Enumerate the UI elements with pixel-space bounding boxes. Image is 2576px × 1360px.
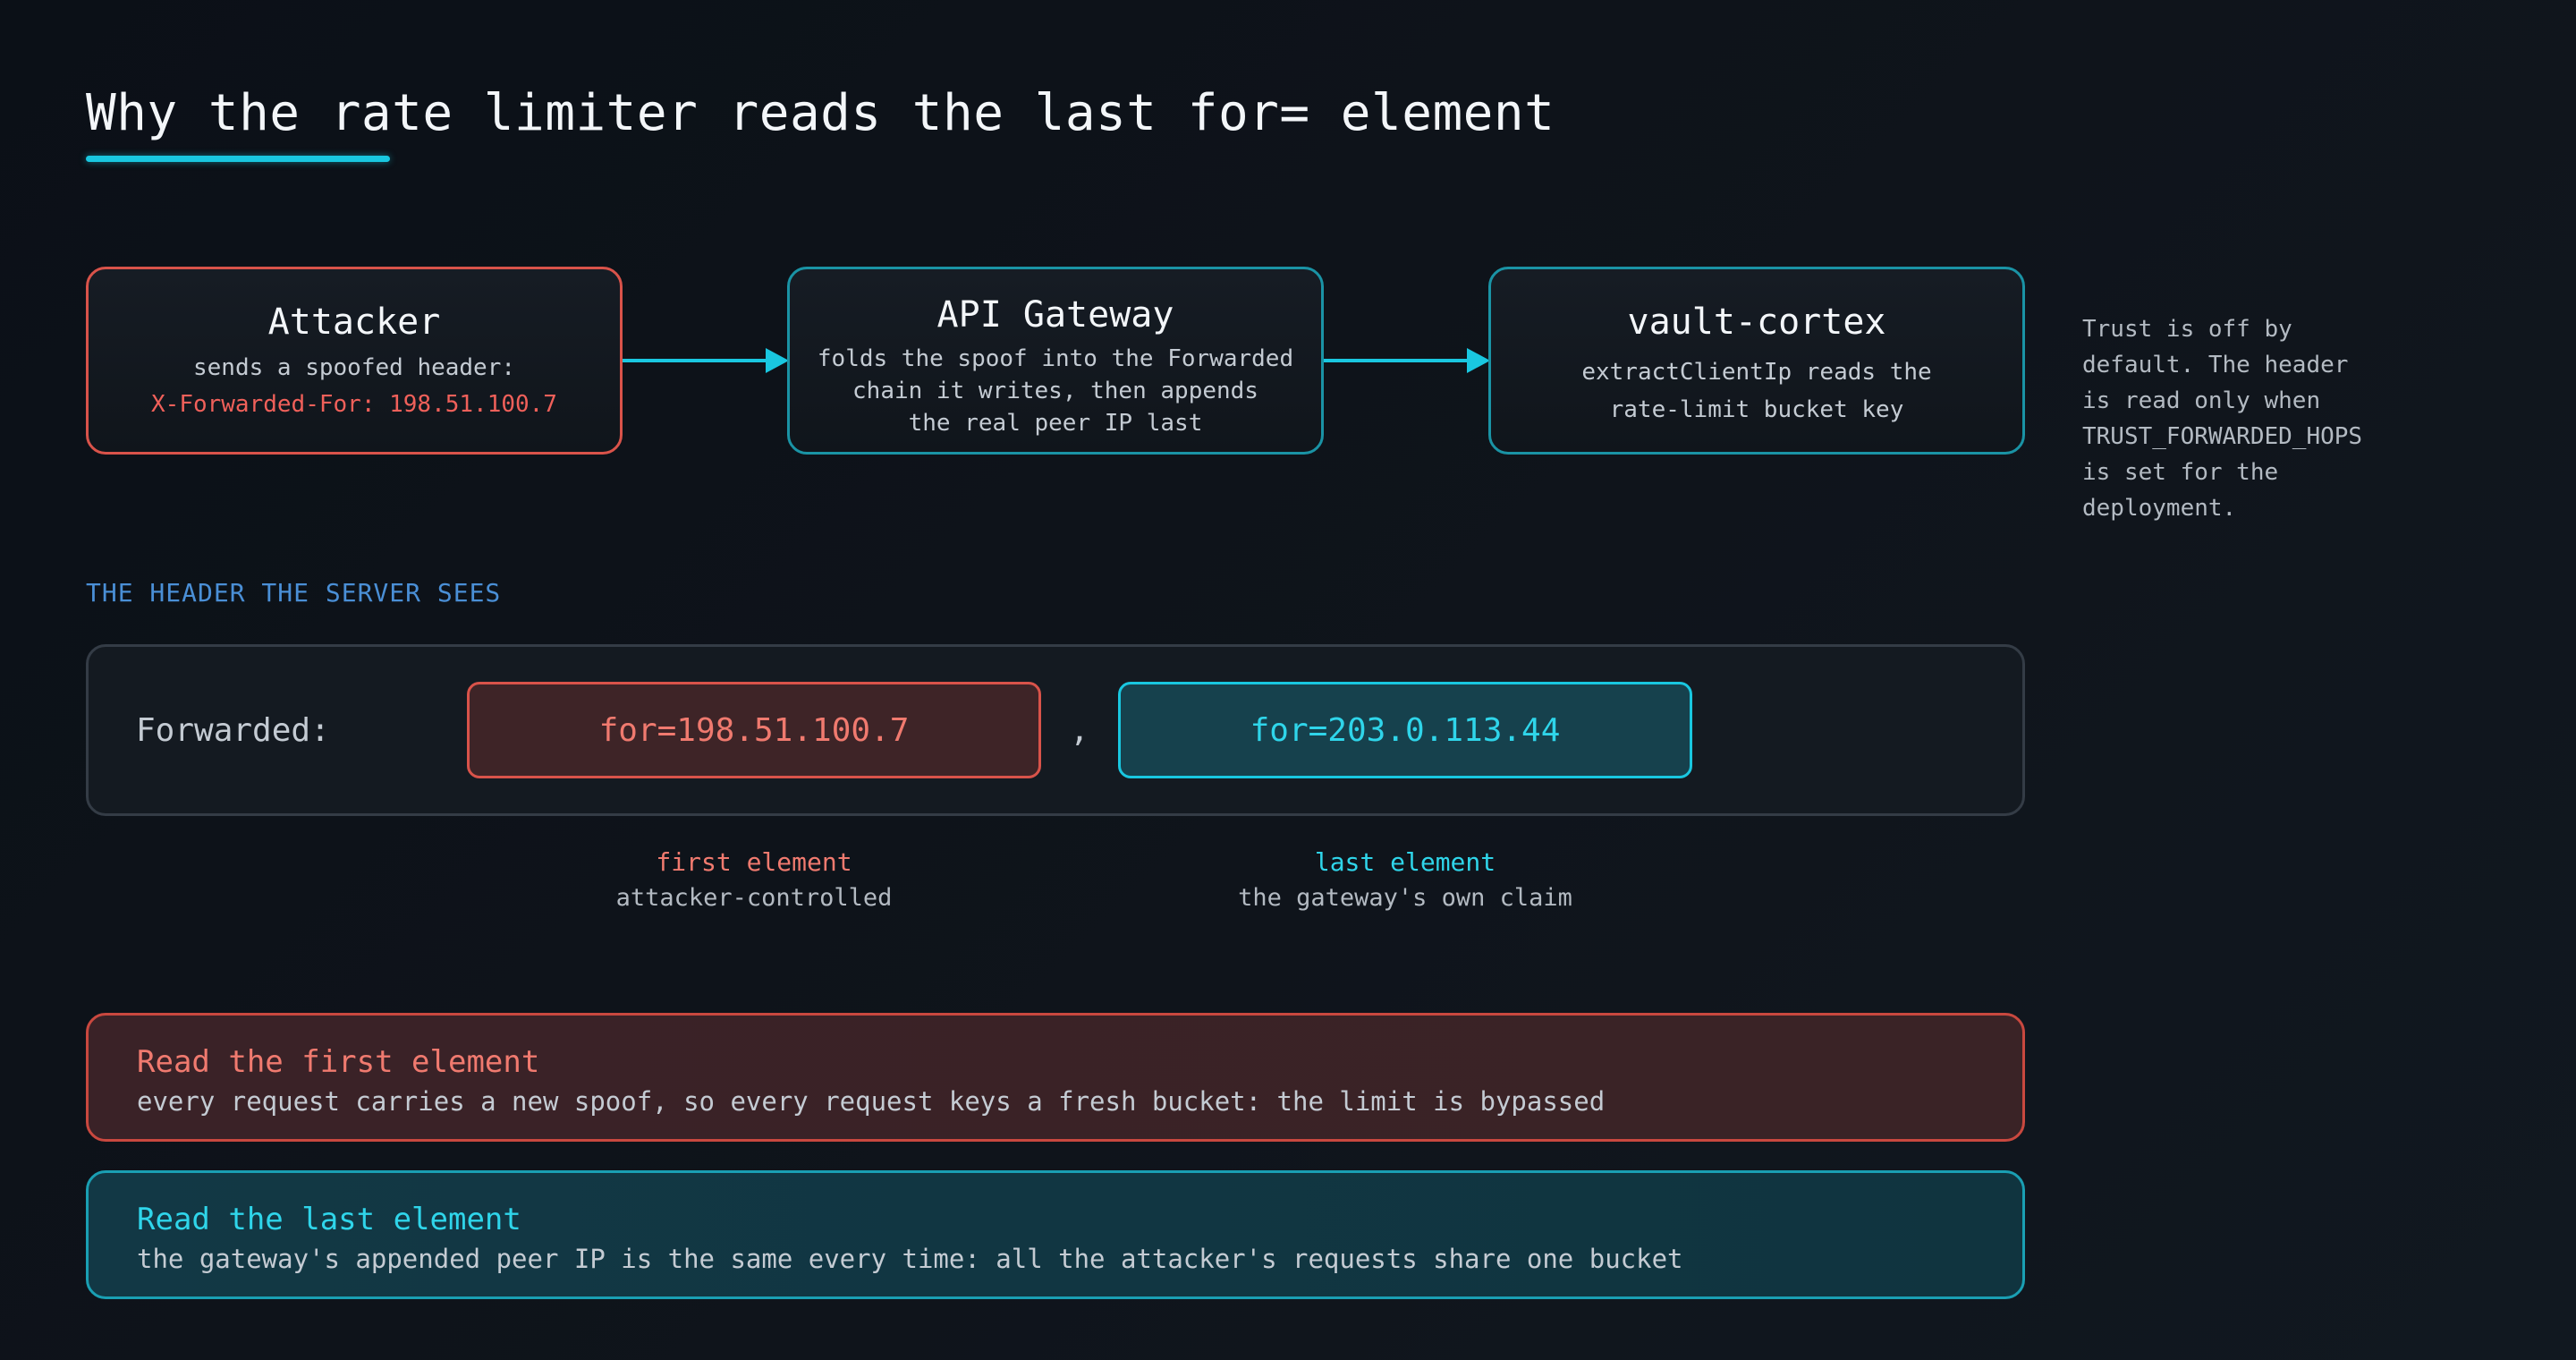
side-note-line: Trust is off by — [2082, 316, 2292, 343]
first-element-caption: first element attacker-controlled — [467, 845, 1041, 916]
last-element-value: for=203.0.113.44 — [1250, 711, 1561, 749]
outcome-last-body: the gateway's appended peer IP is the sa… — [137, 1244, 1683, 1274]
first-element-label: first element — [656, 847, 852, 877]
side-note-line: is read only when — [2082, 387, 2321, 414]
vault-title: vault-cortex — [1627, 302, 1886, 343]
gateway-desc-line-1: folds the spoof into the Forwarded — [817, 345, 1294, 372]
arrow-head-icon — [1467, 348, 1490, 373]
vault-cortex-node: vault-cortex extractClientIp reads the r… — [1488, 267, 2025, 455]
gateway-title: API Gateway — [936, 294, 1174, 336]
outcome-first-title: Read the first element — [137, 1044, 540, 1080]
first-element-value: for=198.51.100.7 — [598, 711, 910, 749]
page-title: Why the rate limiter reads the last for=… — [86, 84, 1555, 142]
attacker-node: Attacker sends a spoofed header: X-Forwa… — [86, 267, 623, 455]
last-element-caption: last element the gateway's own claim — [1118, 845, 1692, 916]
first-element-box: for=198.51.100.7 — [467, 682, 1041, 778]
attacker-desc: sends a spoofed header: — [192, 354, 516, 381]
outcome-card-last: Read the last element the gateway's appe… — [86, 1170, 2025, 1299]
last-element-label: last element — [1314, 847, 1496, 877]
gateway-desc-line-3: the real peer IP last — [908, 410, 1203, 437]
arrow-head-icon — [766, 348, 789, 373]
last-element-box: for=203.0.113.44 — [1118, 682, 1692, 778]
side-note-line: is set for the — [2082, 459, 2279, 486]
trust-side-note: Trust is off by default. The header is r… — [2082, 311, 2458, 526]
outcome-card-first: Read the first element every request car… — [86, 1013, 2025, 1142]
section-label: THE HEADER THE SERVER SEES — [86, 578, 502, 608]
element-separator: , — [1070, 712, 1089, 749]
side-note-line: TRUST_FORWARDED_HOPS — [2082, 423, 2363, 450]
side-note-line: deployment. — [2082, 495, 2237, 522]
outcome-first-body: every request carries a new spoof, so ev… — [137, 1086, 1606, 1117]
forwarded-header-panel — [86, 644, 2025, 816]
header-name: Forwarded: — [136, 712, 330, 749]
last-element-note: the gateway's own claim — [1238, 884, 1572, 912]
attacker-title: Attacker — [267, 302, 441, 343]
side-note-line: default. The header — [2082, 352, 2349, 378]
vault-desc-line-2: rate-limit bucket key — [1609, 396, 1904, 423]
first-element-note: attacker-controlled — [615, 884, 893, 912]
title-underline — [86, 156, 390, 162]
vault-desc-line-1: extractClientIp reads the — [1581, 359, 1932, 386]
gateway-desc-line-2: chain it writes, then appends — [852, 378, 1258, 404]
api-gateway-node: API Gateway folds the spoof into the For… — [787, 267, 1324, 455]
spoofed-header-text: X-Forwarded-For: 198.51.100.7 — [151, 391, 557, 418]
arrow-attacker-to-gateway — [623, 359, 766, 362]
arrow-gateway-to-vault — [1324, 359, 1467, 362]
outcome-last-title: Read the last element — [137, 1202, 521, 1237]
